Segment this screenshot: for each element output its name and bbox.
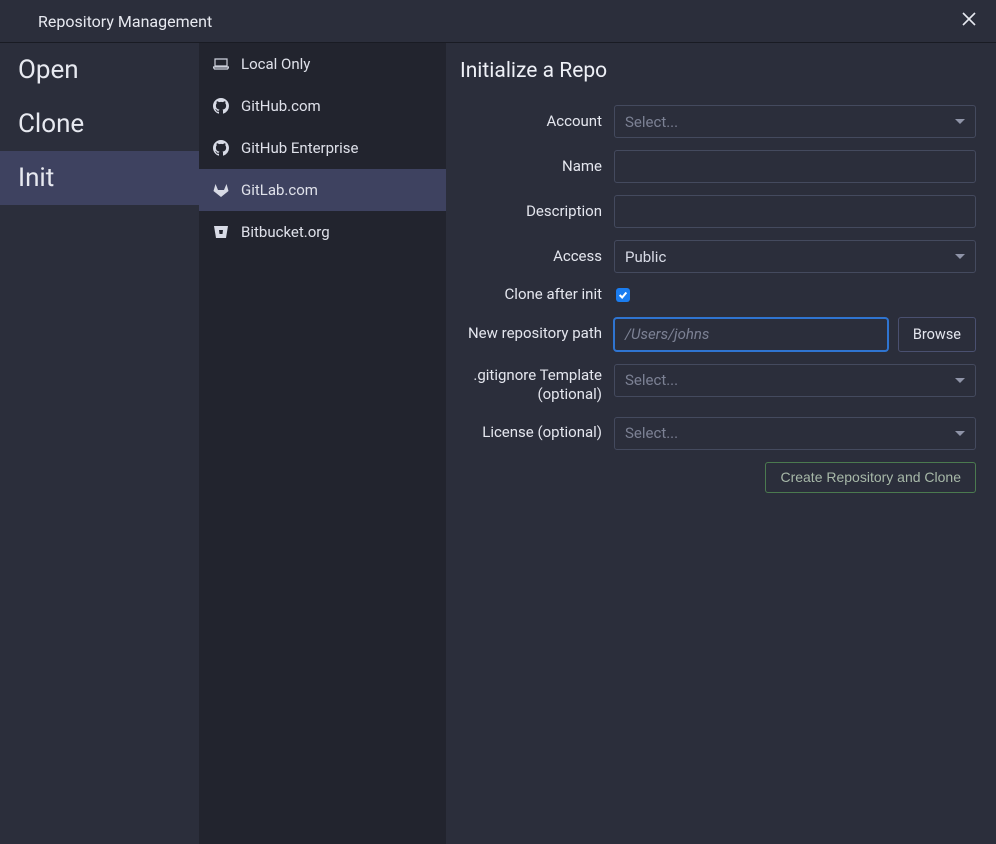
clone-after-label: Clone after init	[460, 285, 602, 305]
chevron-down-icon	[955, 254, 965, 259]
provider-label: GitHub.com	[241, 97, 321, 115]
license-select-value: Select...	[625, 424, 678, 442]
provider-label: GitLab.com	[241, 181, 318, 199]
provider-item-github[interactable]: GitHub.com	[199, 85, 446, 127]
license-label: License (optional)	[460, 423, 602, 443]
clone-after-checkbox[interactable]	[616, 288, 630, 302]
access-select[interactable]: Public	[614, 240, 976, 273]
name-input[interactable]	[614, 150, 976, 183]
description-label: Description	[460, 202, 602, 222]
provider-label: GitHub Enterprise	[241, 139, 359, 157]
account-label: Account	[460, 112, 602, 132]
provider-item-local[interactable]: Local Only	[199, 43, 446, 85]
account-select[interactable]: Select...	[614, 105, 976, 138]
sidebar-item-clone[interactable]: Clone	[0, 97, 199, 151]
chevron-down-icon	[955, 119, 965, 124]
form-heading: Initialize a Repo	[460, 59, 976, 83]
access-select-value: Public	[625, 248, 666, 266]
sidebar-item-open[interactable]: Open	[0, 43, 199, 97]
repo-path-input[interactable]: /Users/johns	[614, 318, 888, 351]
github-icon	[213, 98, 229, 114]
description-input[interactable]	[614, 195, 976, 228]
window-title: Repository Management	[38, 12, 212, 31]
provider-sidebar: Local Only GitHub.com GitHub Enterprise …	[199, 43, 446, 844]
name-label: Name	[460, 157, 602, 177]
sidebar-item-init[interactable]: Init	[0, 151, 199, 205]
repo-path-label: New repository path	[460, 324, 602, 344]
provider-label: Bitbucket.org	[241, 223, 330, 241]
bitbucket-icon	[213, 224, 229, 240]
access-label: Access	[460, 247, 602, 267]
browse-button[interactable]: Browse	[898, 317, 976, 352]
main-panel: Initialize a Repo Account Select... Name…	[446, 43, 996, 844]
license-select[interactable]: Select...	[614, 417, 976, 450]
gitlab-icon	[213, 182, 229, 198]
titlebar: Repository Management	[0, 0, 996, 43]
laptop-icon	[213, 56, 229, 72]
provider-item-gitlab[interactable]: GitLab.com	[199, 169, 446, 211]
close-icon[interactable]	[962, 12, 976, 30]
chevron-down-icon	[955, 431, 965, 436]
provider-label: Local Only	[241, 55, 310, 73]
left-sidebar: Open Clone Init	[0, 43, 199, 844]
gitignore-select[interactable]: Select...	[614, 364, 976, 397]
github-icon	[213, 140, 229, 156]
provider-item-github-enterprise[interactable]: GitHub Enterprise	[199, 127, 446, 169]
account-select-value: Select...	[625, 113, 678, 131]
gitignore-label: .gitignore Template (optional)	[460, 364, 602, 405]
provider-item-bitbucket[interactable]: Bitbucket.org	[199, 211, 446, 253]
chevron-down-icon	[955, 378, 965, 383]
gitignore-select-value: Select...	[625, 371, 678, 389]
create-repository-button[interactable]: Create Repository and Clone	[765, 462, 976, 493]
